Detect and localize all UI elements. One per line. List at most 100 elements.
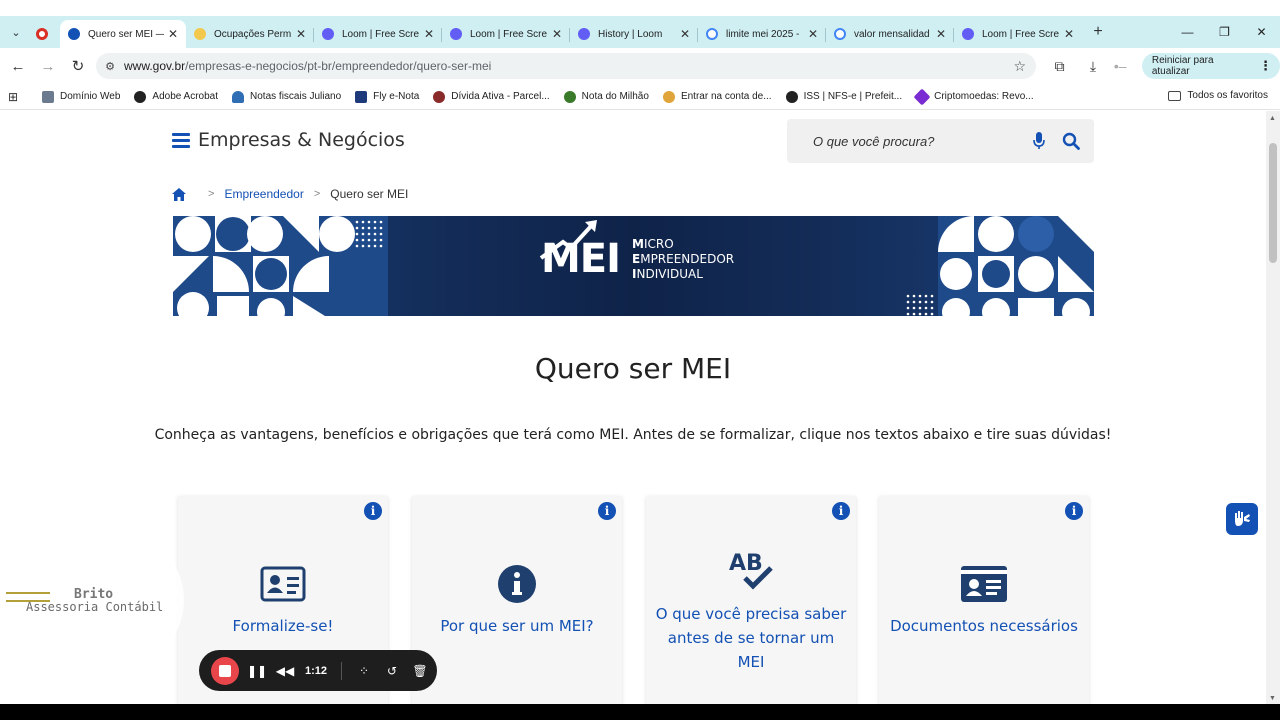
close-tab-icon[interactable]: ✕ bbox=[1064, 27, 1074, 41]
loom-favicon-icon bbox=[962, 28, 974, 40]
tab-2[interactable]: Ocupações Perm ✕ bbox=[186, 20, 314, 48]
new-tab-icon[interactable]: + bbox=[1086, 23, 1110, 41]
id-card-icon bbox=[260, 566, 306, 602]
bookmark-star-icon[interactable]: ☆ bbox=[1013, 58, 1026, 75]
close-tab-icon[interactable]: ✕ bbox=[936, 27, 946, 41]
loom-extension-icon[interactable]: •– bbox=[1107, 58, 1134, 74]
toolbar-actions: ⧉ ⤓ •– Reiniciar para atualizar ⋮ bbox=[1046, 53, 1280, 79]
card-why-mei[interactable]: i Por que ser um MEI? bbox=[412, 496, 622, 704]
tab-0[interactable] bbox=[28, 20, 60, 48]
grid-dots-icon[interactable]: ⁘ bbox=[350, 664, 378, 678]
apps-grid-icon[interactable]: ⊞ bbox=[8, 90, 36, 104]
info-icon[interactable]: i bbox=[364, 502, 382, 520]
info-icon[interactable]: i bbox=[832, 502, 850, 520]
watermark-text: Brito Assessoria Contábil bbox=[26, 587, 164, 614]
reload-icon[interactable]: ↻ bbox=[63, 57, 93, 75]
close-tab-icon[interactable]: ✕ bbox=[424, 27, 434, 41]
govbr-favicon-icon bbox=[68, 28, 80, 40]
tab-title: Loom | Free Scre bbox=[470, 28, 548, 40]
scroll-down-icon[interactable]: ▼ bbox=[1269, 695, 1276, 702]
close-tab-icon[interactable]: ✕ bbox=[296, 27, 306, 41]
tab-4[interactable]: Loom | Free Scre ✕ bbox=[442, 20, 570, 48]
trash-icon[interactable]: 🗑 bbox=[406, 664, 434, 678]
stop-recording-button[interactable] bbox=[211, 656, 239, 685]
info-icon[interactable]: i bbox=[1065, 502, 1083, 520]
bookmark-item[interactable]: Criptomoedas: Revo... bbox=[913, 88, 1034, 105]
pause-icon[interactable]: ❚❚ bbox=[243, 664, 271, 678]
recording-time: 1:12 bbox=[304, 664, 328, 677]
bookmark-item[interactable]: Domínio Web bbox=[42, 90, 120, 103]
bookmark-icon bbox=[913, 88, 931, 105]
search-input[interactable]: O que você procura? bbox=[813, 134, 1032, 149]
svg-text:AB: AB bbox=[729, 551, 763, 576]
update-button-label: Reiniciar para atualizar bbox=[1151, 55, 1214, 77]
tab-1[interactable]: Quero ser MEI — ✕ bbox=[60, 20, 186, 48]
vlibras-accessibility-button[interactable] bbox=[1226, 503, 1258, 535]
banner-left-pattern bbox=[173, 216, 388, 316]
close-tab-icon[interactable]: ✕ bbox=[808, 27, 818, 41]
minimize-icon[interactable]: — bbox=[1169, 16, 1206, 48]
microphone-icon[interactable] bbox=[1032, 132, 1046, 150]
site-title[interactable]: Empresas & Negócios bbox=[198, 129, 405, 151]
back-icon[interactable]: ← bbox=[3, 58, 33, 75]
tab-title: Ocupações Perm bbox=[214, 28, 292, 40]
close-tab-icon[interactable]: ✕ bbox=[680, 27, 690, 41]
tab-8[interactable]: Loom | Free Scre ✕ bbox=[954, 20, 1082, 48]
bookmark-item[interactable]: Dívida Ativa - Parcel... bbox=[433, 90, 550, 103]
hamburger-menu-icon[interactable] bbox=[172, 130, 190, 151]
search-icon[interactable] bbox=[1062, 132, 1080, 150]
page-scrollbar[interactable]: ▲ ▼ bbox=[1266, 111, 1280, 704]
menu-dots-icon[interactable]: ⋮ bbox=[1259, 58, 1272, 74]
restore-icon[interactable]: ❐ bbox=[1206, 16, 1243, 48]
tab-strip: ⌄ Quero ser MEI — ✕ Ocupações Perm ✕ Loo… bbox=[0, 16, 1280, 48]
bookmark-item[interactable]: Entrar na conta de... bbox=[662, 90, 772, 103]
close-tab-icon[interactable]: ✕ bbox=[168, 27, 178, 41]
forward-icon[interactable]: → bbox=[33, 58, 63, 75]
restart-to-update-button[interactable]: Reiniciar para atualizar ⋮ bbox=[1141, 53, 1280, 79]
extensions-icon[interactable]: ⧉ bbox=[1046, 58, 1073, 75]
card-know-before[interactable]: i AB O que você precisa saber antes de s… bbox=[646, 496, 856, 704]
scroll-thumb[interactable] bbox=[1269, 143, 1277, 263]
info-circle-icon bbox=[498, 565, 536, 603]
download-icon[interactable]: ⤓ bbox=[1079, 58, 1106, 75]
scroll-up-icon[interactable]: ▲ bbox=[1269, 115, 1276, 122]
loom-favicon-icon bbox=[450, 28, 462, 40]
bookmark-item[interactable]: Nota do Milhão bbox=[563, 90, 649, 103]
documents-icon bbox=[961, 566, 1007, 602]
tab-title: limite mei 2025 - bbox=[726, 28, 800, 40]
address-bar[interactable]: ⚙ www.gov.br/empresas-e-negocios/pt-br/e… bbox=[96, 53, 1036, 79]
close-window-icon[interactable]: ✕ bbox=[1243, 16, 1280, 48]
tab-7[interactable]: valor mensalidad ✕ bbox=[826, 20, 954, 48]
site-info-icon[interactable]: ⚙ bbox=[96, 60, 124, 73]
mei-logo: MEI MICRO EMPREENDEDOR INDIVIDUAL bbox=[539, 220, 735, 282]
bookmark-icon bbox=[785, 90, 798, 103]
mei-subtitle: MICRO EMPREENDEDOR INDIVIDUAL bbox=[632, 236, 735, 281]
info-icon[interactable]: i bbox=[598, 502, 616, 520]
google-favicon-icon bbox=[706, 28, 718, 40]
close-tab-icon[interactable]: ✕ bbox=[552, 27, 562, 41]
bookmark-item[interactable]: Fly e-Nota bbox=[355, 90, 419, 103]
recorder-controls: ❚❚ ◀◀ 1:12 ⁘ ↺ 🗑 bbox=[199, 650, 437, 691]
all-bookmarks[interactable]: Todos os favoritos bbox=[1168, 90, 1268, 101]
home-icon[interactable] bbox=[172, 187, 186, 201]
restart-icon[interactable]: ↺ bbox=[378, 664, 406, 678]
card-label: Por que ser um MEI? bbox=[440, 617, 594, 635]
bookmark-item[interactable]: Adobe Acrobat bbox=[134, 90, 218, 103]
browser-toolbar: ← → ↻ ⚙ www.gov.br/empresas-e-negocios/p… bbox=[0, 48, 1280, 84]
rewind-icon[interactable]: ◀◀ bbox=[271, 664, 299, 678]
tab-search-icon[interactable]: ⌄ bbox=[4, 20, 28, 44]
bookmark-item[interactable]: ISS | NFS-e | Prefeit... bbox=[785, 90, 902, 103]
bookmark-icon bbox=[42, 90, 54, 103]
bookmark-icon bbox=[662, 90, 675, 103]
card-label: O que você precisa saber antes de se tor… bbox=[655, 605, 847, 671]
breadcrumb-link[interactable]: Empreendedor bbox=[224, 187, 303, 201]
govbr-favicon-icon bbox=[194, 28, 206, 40]
tab-5[interactable]: History | Loom ✕ bbox=[570, 20, 698, 48]
bookmark-item[interactable]: Notas fiscais Juliano bbox=[232, 90, 341, 103]
site-search[interactable]: O que você procura? bbox=[787, 119, 1094, 163]
tab-6[interactable]: limite mei 2025 - ✕ bbox=[698, 20, 826, 48]
tab-3[interactable]: Loom | Free Scre ✕ bbox=[314, 20, 442, 48]
card-documents[interactable]: i Documentos necessários bbox=[879, 496, 1089, 704]
banner-right-pattern bbox=[906, 216, 1094, 316]
loom-favicon-icon bbox=[578, 28, 590, 40]
